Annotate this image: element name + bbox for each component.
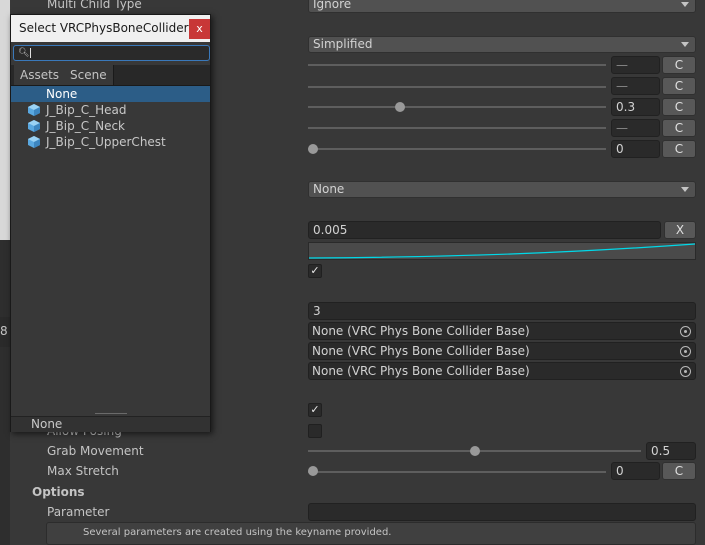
chevron-down-icon: [681, 2, 689, 7]
object-picker-icon[interactable]: [680, 366, 691, 377]
grab-movement-slider-thumb[interactable]: [469, 446, 480, 456]
allow-posing-checkbox[interactable]: [308, 424, 322, 438]
search-icon: 🔍︎: [18, 48, 30, 58]
curve-button-2[interactable]: C: [662, 77, 696, 95]
curve-button-5[interactable]: C: [662, 140, 696, 158]
list-item[interactable]: J_Bip_C_Neck: [11, 118, 210, 134]
shape-type-value: Simplified: [313, 37, 373, 51]
shape-type-dropdown[interactable]: Simplified: [308, 36, 696, 53]
gameobject-cube-icon: [28, 136, 40, 148]
close-button[interactable]: x: [189, 19, 210, 39]
slider-value-field-5[interactable]: 0: [611, 140, 660, 158]
tab-assets[interactable]: Assets: [14, 65, 67, 85]
checkbox-2[interactable]: ✓: [308, 403, 322, 417]
picker-list: None J_Bip_C_Head J_Bip_C_Neck J_Bip_C_U…: [11, 86, 210, 150]
slider-thumb-3[interactable]: [395, 102, 405, 112]
chevron-down-icon: [681, 42, 689, 47]
max-stretch-slider-thumb[interactable]: [308, 466, 318, 476]
multi-child-type-label: Multi Child Type: [47, 0, 142, 11]
grab-movement-label: Grab Movement: [47, 444, 144, 458]
list-item-label: None: [46, 87, 78, 101]
gameobject-cube-icon: [28, 120, 40, 132]
list-item-label: J_Bip_C_Head: [46, 103, 127, 117]
list-item-label: J_Bip_C_UpperChest: [46, 135, 166, 149]
help-box: Several parameters are created using the…: [46, 522, 696, 545]
slider-value-field-2[interactable]: —: [611, 77, 660, 95]
multi-child-type-dropdown[interactable]: Ignore: [308, 0, 696, 13]
immobile-type-dropdown[interactable]: None: [308, 181, 696, 198]
picker-footer: None: [11, 416, 210, 432]
curve-button-3[interactable]: C: [662, 98, 696, 116]
tab-scene[interactable]: Scene: [64, 65, 114, 85]
max-stretch-label: Max Stretch: [47, 464, 119, 478]
list-item[interactable]: J_Bip_C_UpperChest: [11, 134, 210, 150]
collider-field-2-label: None (VRC Phys Bone Collider Base): [312, 344, 530, 358]
collider-field-3-label: None (VRC Phys Bone Collider Base): [312, 364, 530, 378]
list-item-label: J_Bip_C_Neck: [46, 119, 126, 133]
curve-preview[interactable]: [308, 242, 696, 260]
picker-titlebar[interactable]: Select VRCPhysBoneColliderBase: [11, 15, 210, 42]
options-heading: Options: [32, 485, 85, 499]
curve-line: [309, 243, 695, 259]
collider-field-1[interactable]: None (VRC Phys Bone Collider Base): [308, 322, 696, 340]
curve-button-1[interactable]: C: [662, 56, 696, 74]
gameobject-cube-icon: [28, 104, 40, 116]
max-stretch-value-field[interactable]: 0: [611, 462, 660, 480]
left-panel-scene-edge: [0, 0, 10, 240]
slider-track-3[interactable]: [308, 106, 606, 108]
object-picker-icon[interactable]: [680, 326, 691, 337]
radius-value-field[interactable]: 0.005: [308, 221, 661, 239]
max-stretch-slider-track[interactable]: [308, 471, 606, 473]
immobile-type-value: None: [313, 182, 345, 196]
collider-field-2[interactable]: None (VRC Phys Bone Collider Base): [308, 342, 696, 360]
collider-field-1-label: None (VRC Phys Bone Collider Base): [312, 324, 530, 338]
slider-track-1[interactable]: [308, 64, 606, 66]
left-cut-label: 8: [0, 324, 8, 338]
slider-track-4[interactable]: [308, 127, 606, 129]
slider-value-field-4[interactable]: —: [611, 119, 660, 137]
checkbox-1[interactable]: ✓: [308, 264, 322, 278]
multi-child-type-value: Ignore: [313, 0, 352, 11]
slider-value-field-1[interactable]: —: [611, 56, 660, 74]
curve-button-4[interactable]: C: [662, 119, 696, 137]
chevron-down-icon: [681, 187, 689, 192]
object-picker-window[interactable]: Select VRCPhysBoneColliderBase x 🔍︎ Asse…: [10, 14, 211, 432]
collider-field-3[interactable]: None (VRC Phys Bone Collider Base): [308, 362, 696, 380]
parameter-label: Parameter: [47, 505, 110, 519]
curve-clear-button[interactable]: X: [664, 221, 696, 239]
parameter-field[interactable]: [308, 503, 696, 521]
list-item[interactable]: J_Bip_C_Head: [11, 102, 210, 118]
slider-thumb-5[interactable]: [308, 144, 318, 154]
picker-tabs: Assets Scene: [11, 65, 210, 86]
object-picker-icon[interactable]: [680, 346, 691, 357]
list-item[interactable]: None: [11, 86, 210, 102]
grab-movement-value-field[interactable]: 0.5: [646, 442, 696, 460]
slider-track-2[interactable]: [308, 86, 606, 88]
text-caret: [30, 48, 31, 58]
max-stretch-curve-button[interactable]: C: [662, 462, 696, 480]
slider-value-field-3[interactable]: 0.3: [611, 98, 660, 116]
max-colliders-field[interactable]: 3: [308, 302, 696, 320]
picker-title: Select VRCPhysBoneColliderBase: [19, 21, 210, 35]
search-input[interactable]: 🔍︎: [13, 45, 210, 61]
slider-track-5[interactable]: [308, 148, 606, 150]
